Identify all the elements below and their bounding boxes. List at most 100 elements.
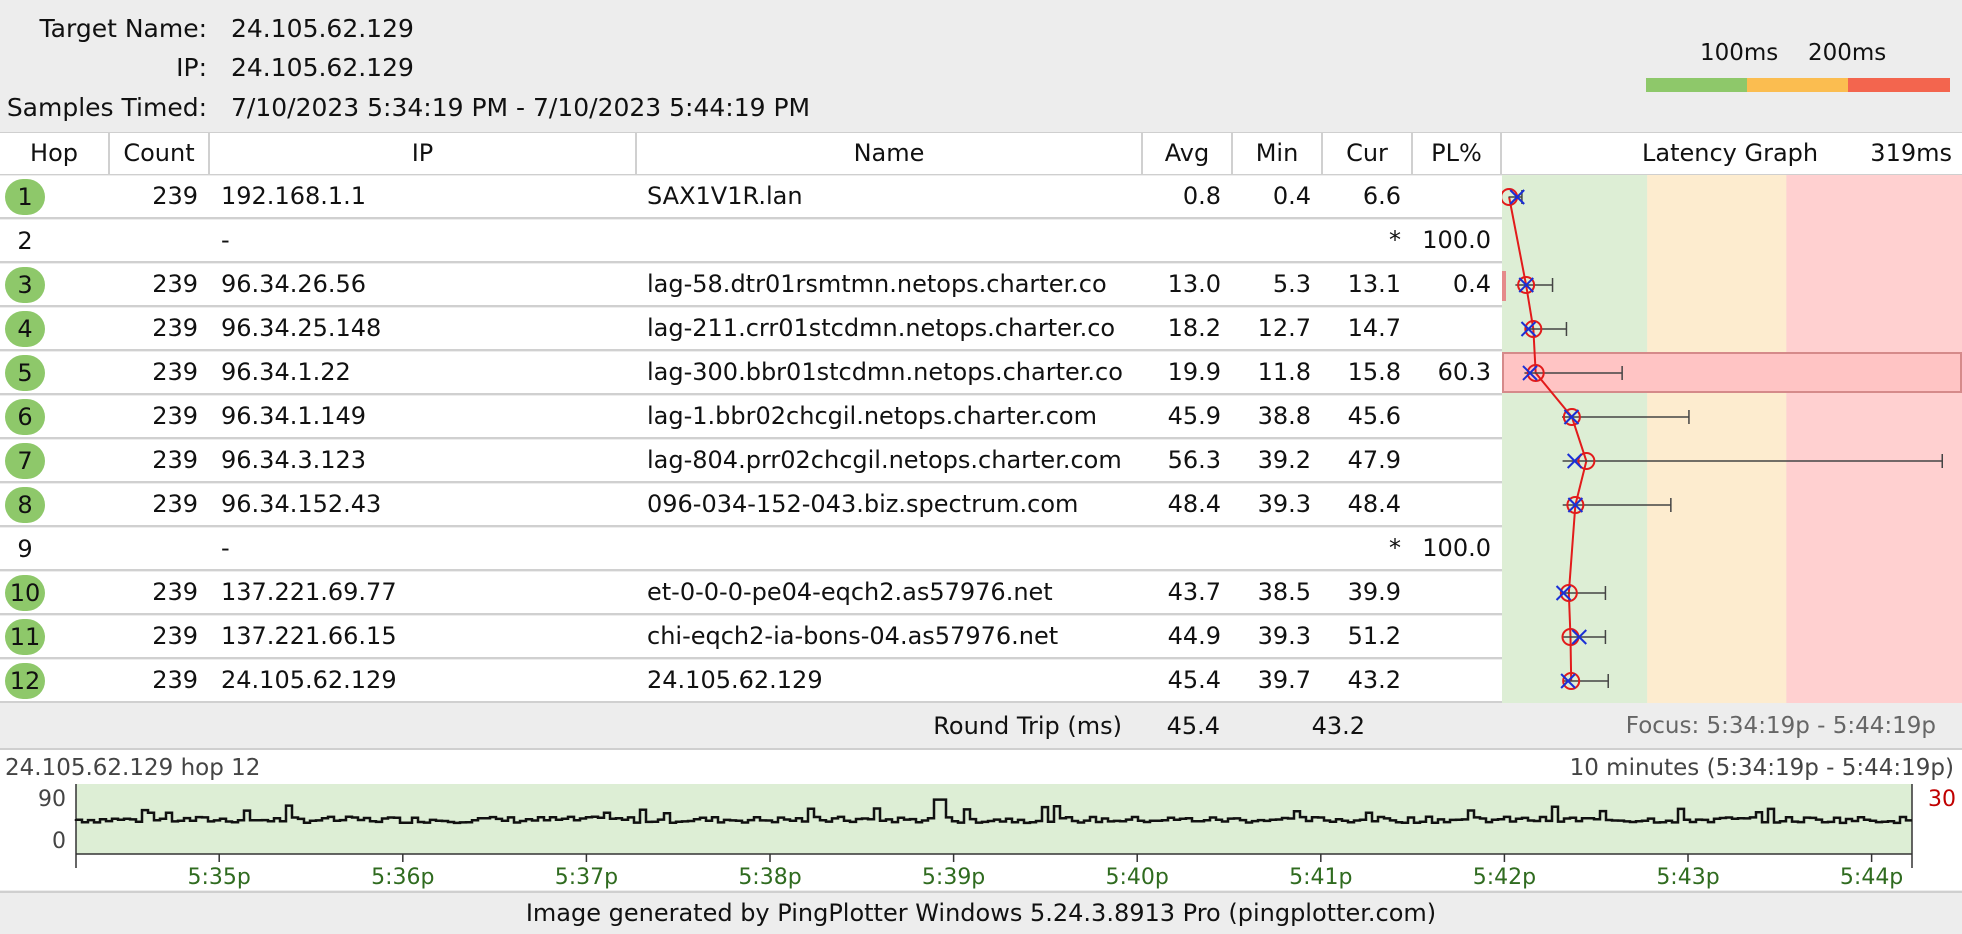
hop-ip: 137.221.66.15 <box>221 622 397 650</box>
hop-count: 239 <box>152 182 198 210</box>
hop-pl <box>1413 440 1491 481</box>
hop-count: 239 <box>152 314 198 342</box>
hop-ip: 96.34.1.22 <box>221 358 351 386</box>
timeline-chart[interactable]: 5:35p 5:36p 5:37p 5:38p 5:39p 5:40p 5:41p 5:42p… <box>0 750 1962 890</box>
latency-graph-max: 319ms <box>1870 139 1952 167</box>
hop-avg: 18.2 <box>1167 314 1221 342</box>
hop-min <box>1233 528 1311 569</box>
col-pl[interactable]: PL% <box>1413 133 1502 174</box>
hop-name <box>647 528 1137 569</box>
hop-name: SAX1V1R.lan <box>647 182 803 210</box>
timeline-tick-label: 5:44p <box>1840 865 1903 890</box>
hop-count: 239 <box>152 446 198 474</box>
legend-green-bar <box>1646 78 1747 92</box>
legend-100ms: 100ms <box>1700 40 1779 66</box>
table-row[interactable]: 7 239 96.34.3.123 lag-804.prr02chcgil.netop… <box>0 440 1502 483</box>
hop-number: 4 <box>5 311 45 347</box>
hop-ip: 96.34.1.149 <box>221 402 367 430</box>
hop-number: 11 <box>5 619 45 655</box>
timeline-tick-label: 5:37p <box>555 865 618 890</box>
ip-label: IP: <box>176 53 207 82</box>
round-trip-cur: 43.2 <box>1311 712 1365 740</box>
timeline-tick-label: 5:38p <box>738 865 801 890</box>
table-row[interactable]: 11 239 137.221.66.15 chi-eqch2-ia-bons-04.a… <box>0 616 1502 659</box>
hop-ip: 96.34.152.43 <box>221 490 382 518</box>
col-count[interactable]: Count <box>110 133 210 174</box>
hop-min: 39.3 <box>1257 490 1311 518</box>
col-ip[interactable]: IP <box>210 133 637 174</box>
hop-pl: 60.3 <box>1437 358 1491 386</box>
hop-ip: 96.34.26.56 <box>221 270 367 298</box>
table-row[interactable]: 3 239 96.34.26.56 lag-58.dtr01rsmtmn.netops… <box>0 264 1502 307</box>
hop-ip: 137.221.69.77 <box>221 578 397 606</box>
table-row[interactable]: 4 239 96.34.25.148 lag-211.crr01stcdmn.neto… <box>0 308 1502 351</box>
hop-avg: 48.4 <box>1167 490 1221 518</box>
hop-ip: 192.168.1.1 <box>221 182 367 210</box>
col-name[interactable]: Name <box>637 133 1143 174</box>
col-hop[interactable]: Hop <box>0 133 110 174</box>
hop-cur: 51.2 <box>1347 622 1401 650</box>
hop-avg <box>1143 528 1221 569</box>
table-row[interactable]: 9 - * 100.0 <box>0 528 1502 571</box>
hop-cur: 15.8 <box>1347 358 1401 386</box>
table-row[interactable]: 5 239 96.34.1.22 lag-300.bbr01stcdmn.netops… <box>0 352 1502 395</box>
table-row[interactable]: 2 - * 100.0 <box>0 220 1502 263</box>
hop-name: et-0-0-0-pe04-eqch2.as57976.net <box>647 578 1053 606</box>
samples-value: 7/10/2023 5:34:19 PM - 7/10/2023 5:44:19… <box>231 93 811 122</box>
hop-avg: 43.7 <box>1167 578 1221 606</box>
hop-count <box>110 220 198 261</box>
hop-avg <box>1143 220 1221 261</box>
table-row[interactable]: 10 239 137.221.69.77 et-0-0-0-pe04-eqch2.as… <box>0 572 1502 615</box>
hop-count: 239 <box>152 578 198 606</box>
hop-cur: * <box>1389 534 1401 562</box>
col-avg[interactable]: Avg <box>1143 133 1233 174</box>
hop-pl <box>1413 616 1491 657</box>
footer-credit: Image generated by PingPlotter Windows 5… <box>0 891 1962 934</box>
table-row[interactable]: 1 239 192.168.1.1 SAX1V1R.lan 0.8 0.4 6.6 <box>0 176 1502 219</box>
col-min[interactable]: Min <box>1233 133 1323 174</box>
hop-cur: 14.7 <box>1347 314 1401 342</box>
legend-yellow-bar <box>1747 78 1848 92</box>
hop-avg: 0.8 <box>1182 182 1221 210</box>
col-cur[interactable]: Cur <box>1323 133 1413 174</box>
hop-pl: 100.0 <box>1422 226 1491 254</box>
timeline-tick-label: 5:43p <box>1656 865 1719 890</box>
hop-avg: 45.4 <box>1167 666 1221 694</box>
hop-cur: 39.9 <box>1347 578 1401 606</box>
table-row[interactable]: 8 239 96.34.152.43 096-034-152-043.biz.spec… <box>0 484 1502 527</box>
hop-number: 1 <box>5 179 45 215</box>
hop-number: 8 <box>5 487 45 523</box>
hop-number: 2 <box>17 227 33 255</box>
table-row[interactable]: 6 239 96.34.1.149 lag-1.bbr02chcgil.netops.… <box>0 396 1502 439</box>
timeline-tick-label: 5:39p <box>922 865 985 890</box>
timeline-tick-label: 5:42p <box>1473 865 1536 890</box>
table-row[interactable]: 12 239 24.105.62.129 24.105.62.129 45.4 39.7 4… <box>0 660 1502 703</box>
hop-cur: 47.9 <box>1347 446 1401 474</box>
zone-yellow <box>1647 175 1787 703</box>
hop-number: 12 <box>5 663 45 699</box>
hop-count: 239 <box>152 490 198 518</box>
hop-number: 10 <box>5 575 45 611</box>
target-name-label: Target Name: <box>39 14 207 43</box>
hop-cur: 13.1 <box>1347 270 1401 298</box>
hop-pl <box>1413 308 1491 349</box>
hop-ip: 96.34.3.123 <box>221 446 367 474</box>
hop-pl: 0.4 <box>1452 270 1491 298</box>
latency-graph <box>1502 175 1962 703</box>
target-name-value: 24.105.62.129 <box>231 14 414 43</box>
hop-name: lag-804.prr02chcgil.netops.charter.com <box>647 446 1122 474</box>
hop-ip: - <box>221 226 230 254</box>
hop-pl <box>1413 396 1491 437</box>
timeline-tick-label: 5:40p <box>1106 865 1169 890</box>
hop-min: 39.7 <box>1257 666 1311 694</box>
hop-min: 11.8 <box>1257 358 1311 386</box>
timeline-tick-label: 5:36p <box>371 865 434 890</box>
timeline-panel[interactable]: 24.105.62.129 hop 12 10 minutes (5:34:19… <box>0 750 1962 890</box>
hop-pl <box>1413 484 1491 525</box>
hop-name: 096-034-152-043.biz.spectrum.com <box>647 490 1079 518</box>
hop-min <box>1233 220 1311 261</box>
col-latency-graph[interactable]: Latency Graph 319ms <box>1502 133 1962 174</box>
hop-min: 38.8 <box>1257 402 1311 430</box>
hop-min: 0.4 <box>1272 182 1311 210</box>
hop-count: 239 <box>152 666 198 694</box>
